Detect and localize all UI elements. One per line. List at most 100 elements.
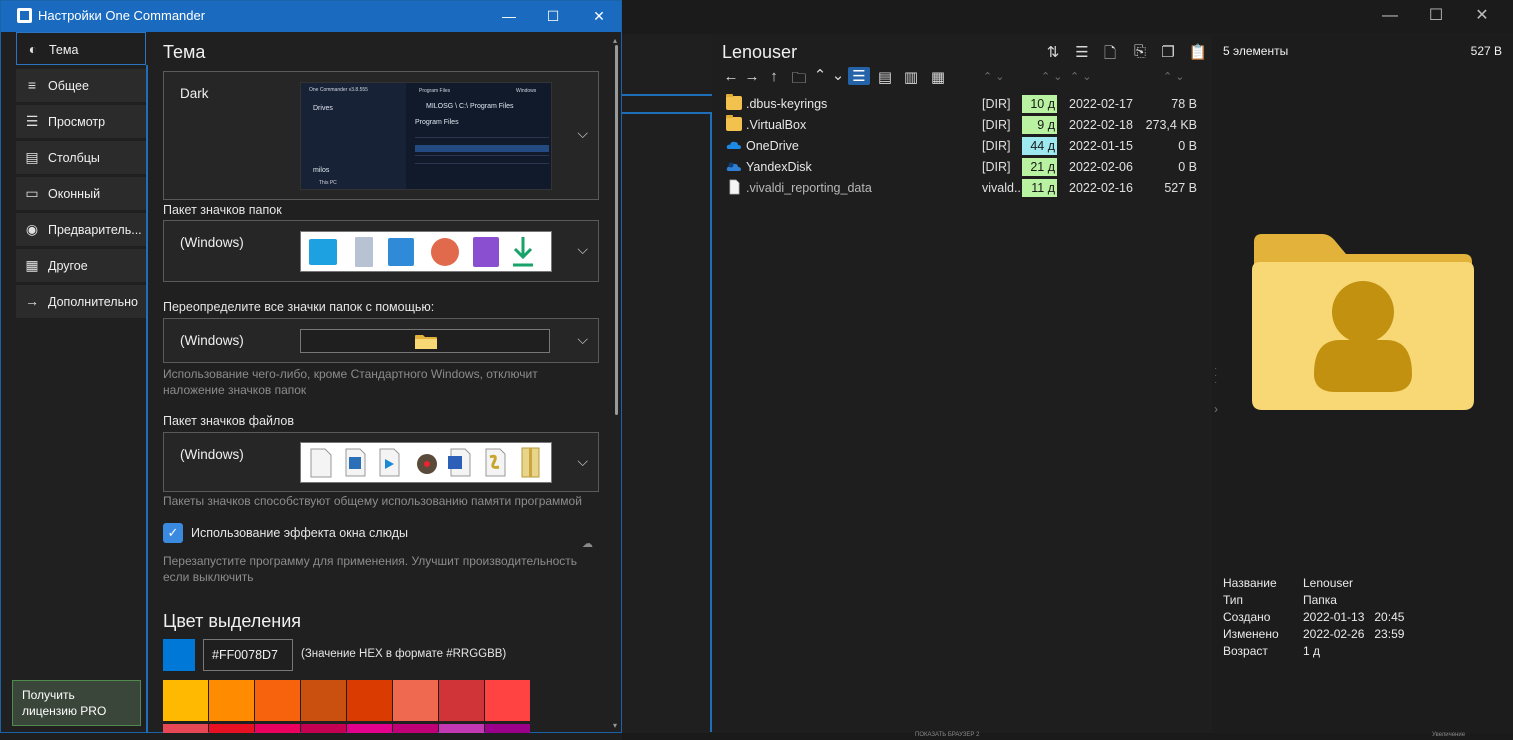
color-swatch[interactable] bbox=[301, 724, 346, 733]
file-row[interactable]: OneDrive [DIR] 44 д 2022-01-15 0 B bbox=[722, 136, 1212, 156]
arrow-right-icon: → bbox=[25, 293, 39, 309]
color-swatch[interactable] bbox=[255, 724, 300, 733]
column-sort-icon[interactable]: ⌃ ⌄ bbox=[1163, 70, 1185, 83]
color-swatch[interactable] bbox=[209, 680, 254, 721]
chevron-down-icon[interactable]: ⌄ bbox=[828, 66, 848, 84]
file-type: [DIR] bbox=[982, 160, 1011, 174]
file-date: 2022-02-16 bbox=[1069, 181, 1133, 195]
nav-item-columns[interactable]: ▤ Столбцы bbox=[16, 141, 146, 174]
total-size: 527 B bbox=[1470, 44, 1502, 58]
chevron-down-icon: ⌵ bbox=[577, 241, 588, 257]
tiles-view-icon[interactable]: ▥ bbox=[901, 68, 921, 86]
nav-item-advanced[interactable]: → Дополнительно bbox=[16, 285, 146, 318]
theme-preview: One Commander v3.8.555 Drives milos This… bbox=[300, 82, 552, 190]
color-swatch[interactable] bbox=[255, 680, 300, 721]
color-swatch[interactable] bbox=[485, 680, 530, 721]
color-swatch[interactable] bbox=[301, 680, 346, 721]
nav-item-label: Предваритель... bbox=[48, 223, 142, 237]
chevron-up-icon[interactable]: ⌃ bbox=[810, 66, 830, 84]
file-name: .dbus-keyrings bbox=[746, 97, 828, 111]
mica-note: Перезапустите программу для применения. … bbox=[163, 554, 578, 584]
column-sort-icon[interactable]: ⌃ ⌄ bbox=[1041, 70, 1063, 83]
color-swatch[interactable] bbox=[439, 724, 484, 733]
grid-view-icon[interactable]: ▦ bbox=[928, 68, 948, 86]
color-swatch[interactable] bbox=[209, 724, 254, 733]
column-sort-icon[interactable]: ⌃ ⌄ bbox=[983, 70, 1005, 83]
color-swatch[interactable] bbox=[439, 680, 484, 721]
settings-title: Настройки One Commander bbox=[38, 8, 206, 23]
duplicate-icon[interactable]: ❐ bbox=[1158, 43, 1178, 61]
color-swatch[interactable] bbox=[393, 680, 438, 721]
clipboard-icon[interactable]: 📋 bbox=[1188, 43, 1208, 61]
file-row[interactable]: .vivaldi_reporting_data vivald... 11 д 2… bbox=[722, 178, 1212, 198]
preview-app-name: One Commander v3.8.555 bbox=[309, 87, 368, 93]
nav-item-theme[interactable]: ◐ Тема bbox=[16, 32, 146, 65]
color-swatch[interactable] bbox=[347, 680, 392, 721]
sort-icon[interactable]: ⇅ bbox=[1043, 43, 1063, 61]
compact-view-icon[interactable]: ▤ bbox=[875, 68, 895, 86]
back-arrow-icon[interactable]: ← bbox=[721, 68, 741, 85]
nav-item-window[interactable]: ▭ Оконный bbox=[16, 177, 146, 210]
nav-item-label: Дополнительно bbox=[48, 295, 138, 309]
new-folder-icon[interactable]: 🗀 bbox=[789, 68, 809, 93]
grid-icon: ▦ bbox=[25, 257, 39, 273]
scrollbar-thumb[interactable] bbox=[615, 45, 618, 415]
show-browser-button[interactable]: ПОКАЗАТЬ БРАУЗЕР 2 bbox=[915, 732, 979, 738]
file-row[interactable]: .VirtualBox [DIR] 9 д 2022-02-18 273,4 K… bbox=[722, 115, 1212, 135]
preview-tab: Program Files bbox=[419, 88, 451, 94]
prop-key: Возраст bbox=[1223, 644, 1268, 658]
file-row[interactable]: YandexDisk [DIR] 21 д 2022-02-06 0 B bbox=[722, 157, 1212, 177]
file-name: OneDrive bbox=[746, 139, 799, 153]
accent-hex-input[interactable] bbox=[203, 639, 293, 671]
file-date: 2022-02-06 bbox=[1069, 160, 1133, 174]
color-swatch[interactable] bbox=[485, 724, 530, 733]
color-swatch[interactable] bbox=[163, 724, 208, 733]
override-value: (Windows) bbox=[180, 333, 244, 348]
column-sort-icon[interactable]: ⌃ ⌄ bbox=[1070, 70, 1092, 83]
copy-path-icon[interactable]: ⎘ bbox=[1130, 43, 1150, 60]
new-file-icon[interactable]: 🗋 bbox=[1100, 43, 1120, 68]
forward-arrow-icon[interactable]: → bbox=[742, 68, 762, 85]
zoom-label: Увеличение bbox=[1432, 732, 1466, 738]
expand-chevron-icon[interactable]: › bbox=[1214, 402, 1218, 416]
minimize-button[interactable]: — bbox=[1370, 1, 1410, 31]
theme-value: Dark bbox=[180, 86, 209, 101]
documents-folder-icon bbox=[355, 237, 373, 267]
color-swatch[interactable] bbox=[347, 724, 392, 733]
file-name: YandexDisk bbox=[746, 160, 812, 174]
resize-grip[interactable]: · · · bbox=[1214, 364, 1217, 388]
nav-item-other[interactable]: ▦ Другое bbox=[16, 249, 146, 282]
scroll-down-icon[interactable]: ▾ bbox=[613, 721, 617, 730]
settings-close-button[interactable]: ✕ bbox=[576, 1, 622, 32]
maximize-button[interactable]: ☐ bbox=[1416, 1, 1456, 31]
mica-checkbox[interactable]: ✓ bbox=[163, 523, 183, 543]
close-button[interactable]: ✕ bbox=[1462, 1, 1502, 31]
folder-icon bbox=[726, 115, 742, 131]
file-row[interactable]: .dbus-keyrings [DIR] 10 д 2022-02-17 78 … bbox=[722, 94, 1212, 114]
nav-item-label: Оконный bbox=[48, 187, 101, 201]
color-swatch[interactable] bbox=[163, 680, 208, 721]
settings-minimize-button[interactable]: — bbox=[486, 1, 532, 32]
nav-item-label: Просмотр bbox=[48, 115, 106, 129]
nav-item-view[interactable]: ☰ Просмотр bbox=[16, 105, 146, 138]
prop-value: Lenouser bbox=[1303, 576, 1354, 590]
section-heading-accent: Цвет выделения bbox=[163, 611, 302, 631]
get-pro-license-button[interactable]: Получить лицензию PRO bbox=[12, 680, 141, 726]
override-note: Использование чего-либо, кроме Стандартн… bbox=[163, 367, 538, 397]
list-view-icon[interactable]: ☰ bbox=[1072, 43, 1092, 61]
nav-item-preview[interactable]: ◉ Предваритель... bbox=[16, 213, 146, 246]
prop-key: Название bbox=[1223, 576, 1277, 590]
columns-icon: ▤ bbox=[25, 149, 39, 165]
up-arrow-icon[interactable]: ↑ bbox=[764, 68, 784, 85]
details-view-button[interactable]: ☰ bbox=[848, 67, 870, 85]
item-count: 5 элементы bbox=[1223, 44, 1289, 58]
scroll-up-icon[interactable]: ▴ bbox=[613, 36, 617, 45]
chevron-down-icon: ⌵ bbox=[577, 331, 588, 347]
accent-color-swatch[interactable] bbox=[163, 639, 195, 671]
folder-pack-preview bbox=[300, 231, 552, 272]
settings-maximize-button[interactable]: ☐ bbox=[530, 1, 576, 32]
pane-title: Lenouser bbox=[722, 42, 798, 62]
file-pack-preview bbox=[300, 442, 552, 483]
color-swatch[interactable] bbox=[393, 724, 438, 733]
nav-item-general[interactable]: ≡ Общее bbox=[16, 69, 146, 102]
